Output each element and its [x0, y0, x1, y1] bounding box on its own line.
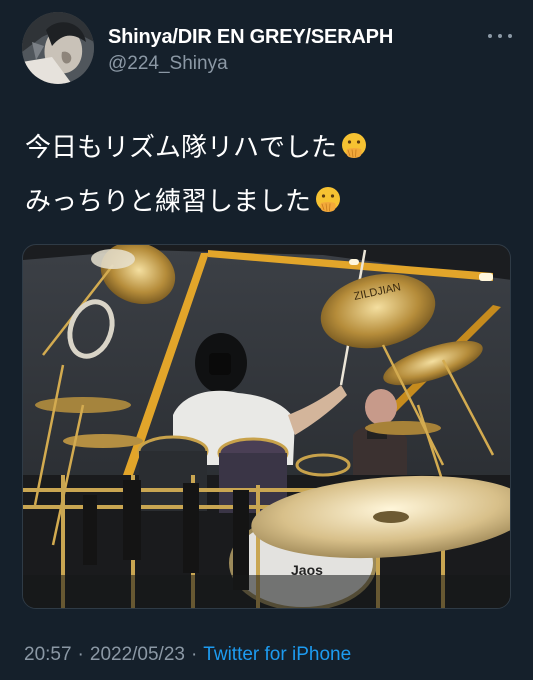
more-dot: [488, 34, 492, 38]
avatar[interactable]: [22, 12, 94, 84]
meta-separator: ·: [190, 644, 198, 665]
meta-separator: ·: [77, 644, 84, 665]
face-with-hand-over-mouth-icon: [316, 187, 341, 212]
tweet-line-1: 今日もリズム隊リハでした: [25, 120, 505, 174]
tweet-photo[interactable]: ZILDJIAN Jaos: [22, 244, 511, 609]
more-options-icon[interactable]: [488, 26, 512, 46]
display-name[interactable]: Shinya/DIR EN GREY/SERAPH: [108, 26, 393, 49]
tweet-date[interactable]: 2022/05/23: [90, 644, 185, 665]
tweet-line-1-text: 今日もリズム隊リハでした: [25, 132, 338, 162]
tweet-text: 今日もリズム隊リハでした みっちりと練習しました: [25, 120, 505, 228]
avatar-image: [22, 12, 94, 84]
tweet-line-2: みっちりと練習しました: [25, 174, 505, 228]
tweet-line-2-text: みっちりと練習しました: [25, 186, 312, 216]
tweet-meta: 20:57 · 2022/05/23 · Twitter for iPhone: [24, 644, 351, 666]
tweet-time[interactable]: 20:57: [24, 644, 72, 665]
more-dot: [498, 34, 502, 38]
tweet-source-link[interactable]: Twitter for iPhone: [203, 644, 351, 665]
drummer-photo: ZILDJIAN Jaos: [23, 245, 510, 608]
face-with-hand-over-mouth-icon: [342, 133, 367, 158]
tweet-header: Shinya/DIR EN GREY/SERAPH @224_Shinya: [22, 12, 512, 84]
more-dot: [508, 34, 512, 38]
user-handle[interactable]: @224_Shinya: [108, 53, 228, 75]
